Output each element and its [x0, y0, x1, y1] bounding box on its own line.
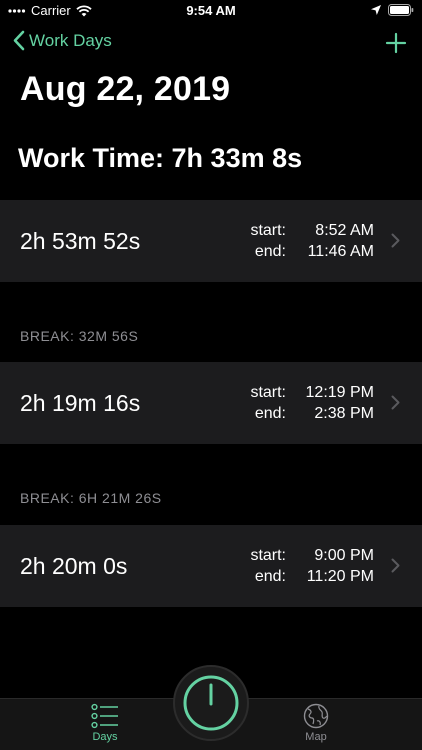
- end-time-row: end: 2:38 PM: [250, 403, 374, 424]
- add-button[interactable]: [384, 28, 408, 56]
- status-right: [371, 4, 414, 16]
- work-time-total: Work Time: 7h 33m 8s: [18, 143, 303, 173]
- end-time-row: end: 11:46 AM: [250, 241, 374, 262]
- plus-icon: [385, 32, 407, 54]
- back-button[interactable]: Work Days: [12, 30, 112, 51]
- end-time: 2:38 PM: [314, 405, 374, 422]
- session-row[interactable]: 2h 19m 16s start: 12:19 PM end: 2:38 PM: [0, 362, 422, 444]
- power-icon: [183, 675, 239, 731]
- start-label: start:: [250, 384, 286, 401]
- session-times: start: 9:00 PM end: 11:20 PM: [250, 545, 374, 587]
- break-header: BREAK: 6H 21M 26S: [20, 490, 162, 506]
- tab-map[interactable]: Map: [276, 703, 356, 743]
- status-time: 9:54 AM: [186, 3, 236, 18]
- end-time: 11:20 PM: [306, 568, 374, 585]
- session-duration: 2h 19m 16s: [20, 390, 141, 416]
- battery-icon: [388, 4, 414, 16]
- start-time: 8:52 AM: [315, 222, 374, 239]
- chevron-right-icon: [391, 395, 400, 410]
- start-time: 9:00 PM: [314, 547, 374, 564]
- session-duration: 2h 20m 0s: [20, 553, 128, 579]
- start-time-row: start: 12:19 PM: [250, 382, 374, 403]
- chevron-right-icon: [391, 233, 400, 248]
- start-time-row: start: 9:00 PM: [250, 545, 374, 566]
- session-row[interactable]: 2h 20m 0s start: 9:00 PM end: 11:20 PM: [0, 525, 422, 607]
- tab-days-label: Days: [92, 731, 118, 743]
- end-label: end:: [254, 568, 286, 585]
- session-duration: 2h 53m 52s: [20, 228, 141, 254]
- page-title: Aug 22, 2019: [20, 70, 231, 108]
- screen: Carrier 9:54 AM Work Days Aug 22, 2019 W…: [0, 0, 422, 750]
- tab-map-label: Map: [305, 731, 327, 743]
- session-times: start: 8:52 AM end: 11:46 AM: [250, 220, 374, 262]
- status-bar: Carrier 9:54 AM: [0, 0, 422, 22]
- start-label: start:: [250, 547, 286, 564]
- start-time-row: start: 8:52 AM: [250, 220, 374, 241]
- break-header: BREAK: 32M 56S: [20, 328, 139, 344]
- chevron-left-icon: [13, 30, 25, 51]
- start-time: 12:19 PM: [305, 384, 374, 401]
- end-label: end:: [254, 405, 286, 422]
- end-time-row: end: 11:20 PM: [250, 566, 374, 587]
- power-button[interactable]: [173, 665, 249, 741]
- end-label: end:: [254, 243, 286, 260]
- navigation-bar: Work Days: [0, 28, 422, 60]
- location-arrow-icon: [371, 5, 381, 15]
- session-row[interactable]: 2h 53m 52s start: 8:52 AM end: 11:46 AM: [0, 200, 422, 282]
- session-times: start: 12:19 PM end: 2:38 PM: [250, 382, 374, 424]
- tab-days[interactable]: Days: [65, 703, 145, 743]
- list-icon: [91, 703, 118, 729]
- back-button-label: Work Days: [29, 30, 112, 50]
- start-label: start:: [250, 222, 286, 239]
- globe-icon: [303, 703, 329, 729]
- chevron-right-icon: [391, 558, 400, 573]
- end-time: 11:46 AM: [307, 243, 374, 260]
